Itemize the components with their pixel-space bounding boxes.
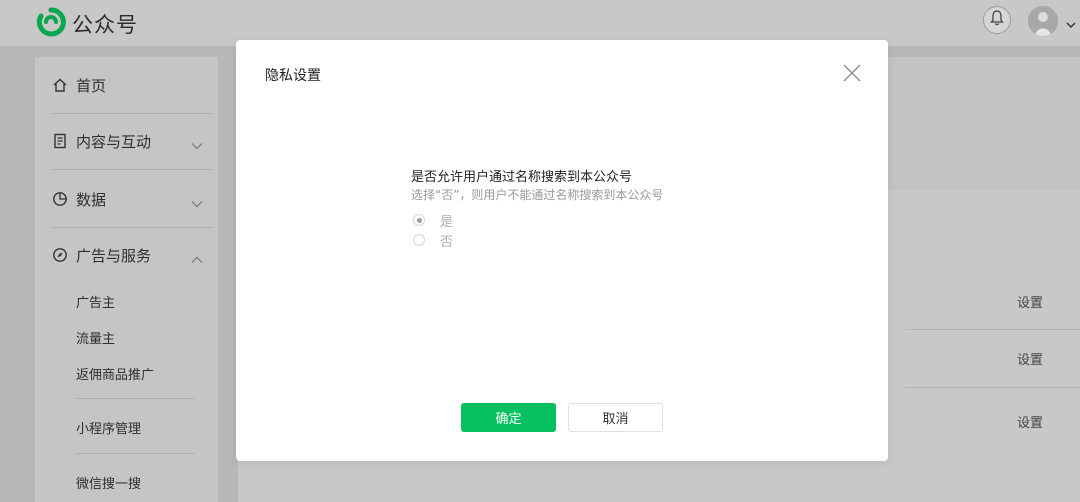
close-icon — [842, 64, 862, 87]
sidebar-item-home[interactable]: 首页 — [52, 74, 106, 96]
divider — [52, 169, 213, 170]
divider — [76, 398, 195, 399]
row-settings-link[interactable]: 设置 — [1017, 349, 1043, 368]
sidebar-item-content-interaction[interactable]: 内容与互动 — [52, 130, 213, 152]
cancel-button[interactable]: 取消 — [568, 403, 663, 432]
bell-icon — [990, 10, 1004, 30]
search-permission-question: 是否允许用户通过名称搜索到本公众号 — [411, 170, 633, 185]
notification-button[interactable] — [983, 6, 1011, 34]
sidebar-item-label: 内容与互动 — [76, 132, 152, 151]
pie-chart-icon — [52, 191, 68, 207]
sidebar-subitem-wechat-search[interactable]: 微信搜一搜 — [76, 473, 141, 492]
app-name: 公众号 — [72, 13, 138, 37]
divider — [905, 329, 1080, 330]
chevron-down-icon — [191, 136, 203, 154]
row-settings-link[interactable]: 设置 — [1017, 292, 1043, 311]
radio-label: 是 — [440, 214, 454, 230]
close-button[interactable] — [842, 63, 862, 83]
row-settings-link[interactable]: 设置 — [1017, 412, 1043, 431]
sidebar-item-label: 广告与服务 — [76, 246, 152, 265]
sidebar-item-label: 数据 — [76, 190, 107, 209]
divider — [52, 227, 213, 228]
divider — [76, 453, 195, 454]
chevron-down-icon[interactable] — [1066, 14, 1076, 33]
search-permission-hint: 选择“否”，则用户不能通过名称搜索到本公众号 — [411, 188, 664, 202]
radio-button-unchecked[interactable] — [413, 234, 425, 246]
dialog-title: 隐私设置 — [265, 68, 321, 84]
sidebar-subitem-advertiser[interactable]: 广告主 — [76, 292, 115, 311]
compass-icon — [52, 247, 68, 263]
privacy-settings-dialog: 隐私设置 是否允许用户通过名称搜索到本公众号 选择“否”，则用户不能通过名称搜索… — [236, 40, 888, 461]
chevron-down-icon — [191, 194, 203, 212]
chevron-up-icon — [191, 250, 203, 268]
radio-button-checked[interactable] — [413, 214, 425, 226]
sidebar-item-data[interactable]: 数据 — [52, 188, 213, 210]
home-icon — [52, 77, 68, 93]
document-icon — [52, 133, 68, 149]
divider — [52, 113, 213, 114]
radio-option-yes[interactable]: 是 — [411, 211, 454, 230]
sidebar-subitem-commission-promotion[interactable]: 返佣商品推广 — [76, 364, 154, 383]
divider — [905, 387, 1080, 388]
radio-option-no[interactable]: 否 — [411, 231, 454, 250]
radio-label: 否 — [440, 234, 454, 250]
wechat-official-logo-icon — [36, 7, 66, 41]
sidebar-subitem-publisher[interactable]: 流量主 — [76, 328, 115, 347]
user-avatar[interactable] — [1028, 6, 1058, 36]
sidebar: 首页 内容与互动 数据 广告与服务 广告主 流量主 返佣商品推广 小程序管理 微… — [35, 57, 218, 502]
sidebar-subitem-miniprogram[interactable]: 小程序管理 — [76, 418, 141, 437]
sidebar-item-ads-services[interactable]: 广告与服务 — [52, 244, 213, 266]
confirm-button[interactable]: 确定 — [461, 403, 556, 432]
app-logo[interactable]: 公众号 — [36, 7, 138, 41]
sidebar-item-label: 首页 — [76, 76, 107, 95]
